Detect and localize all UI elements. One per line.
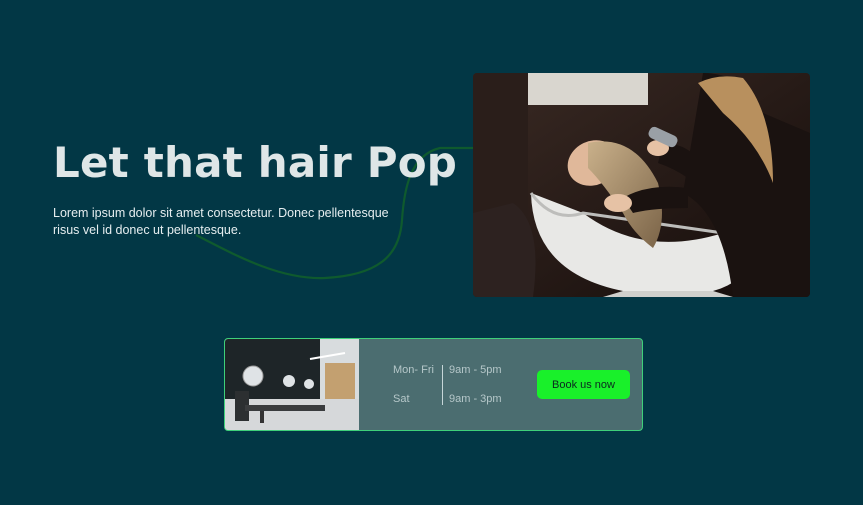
hours-day: Sat: [393, 393, 410, 405]
hours-time: 9am - 5pm: [449, 364, 502, 376]
booking-card: Mon- Fri 9am - 5pm Sat 9am - 3pm Book us…: [224, 338, 643, 431]
book-us-now-button[interactable]: Book us now: [537, 370, 630, 399]
hours-divider: [442, 365, 443, 405]
salon-photo: [225, 339, 359, 430]
hero-title: Let that hair Pop: [53, 138, 458, 187]
hours-time: 9am - 3pm: [449, 393, 502, 405]
hero-photo: [473, 73, 810, 297]
hours-day: Mon- Fri: [393, 364, 434, 376]
hero-description: Lorem ipsum dolor sit amet consectetur. …: [53, 206, 389, 237]
